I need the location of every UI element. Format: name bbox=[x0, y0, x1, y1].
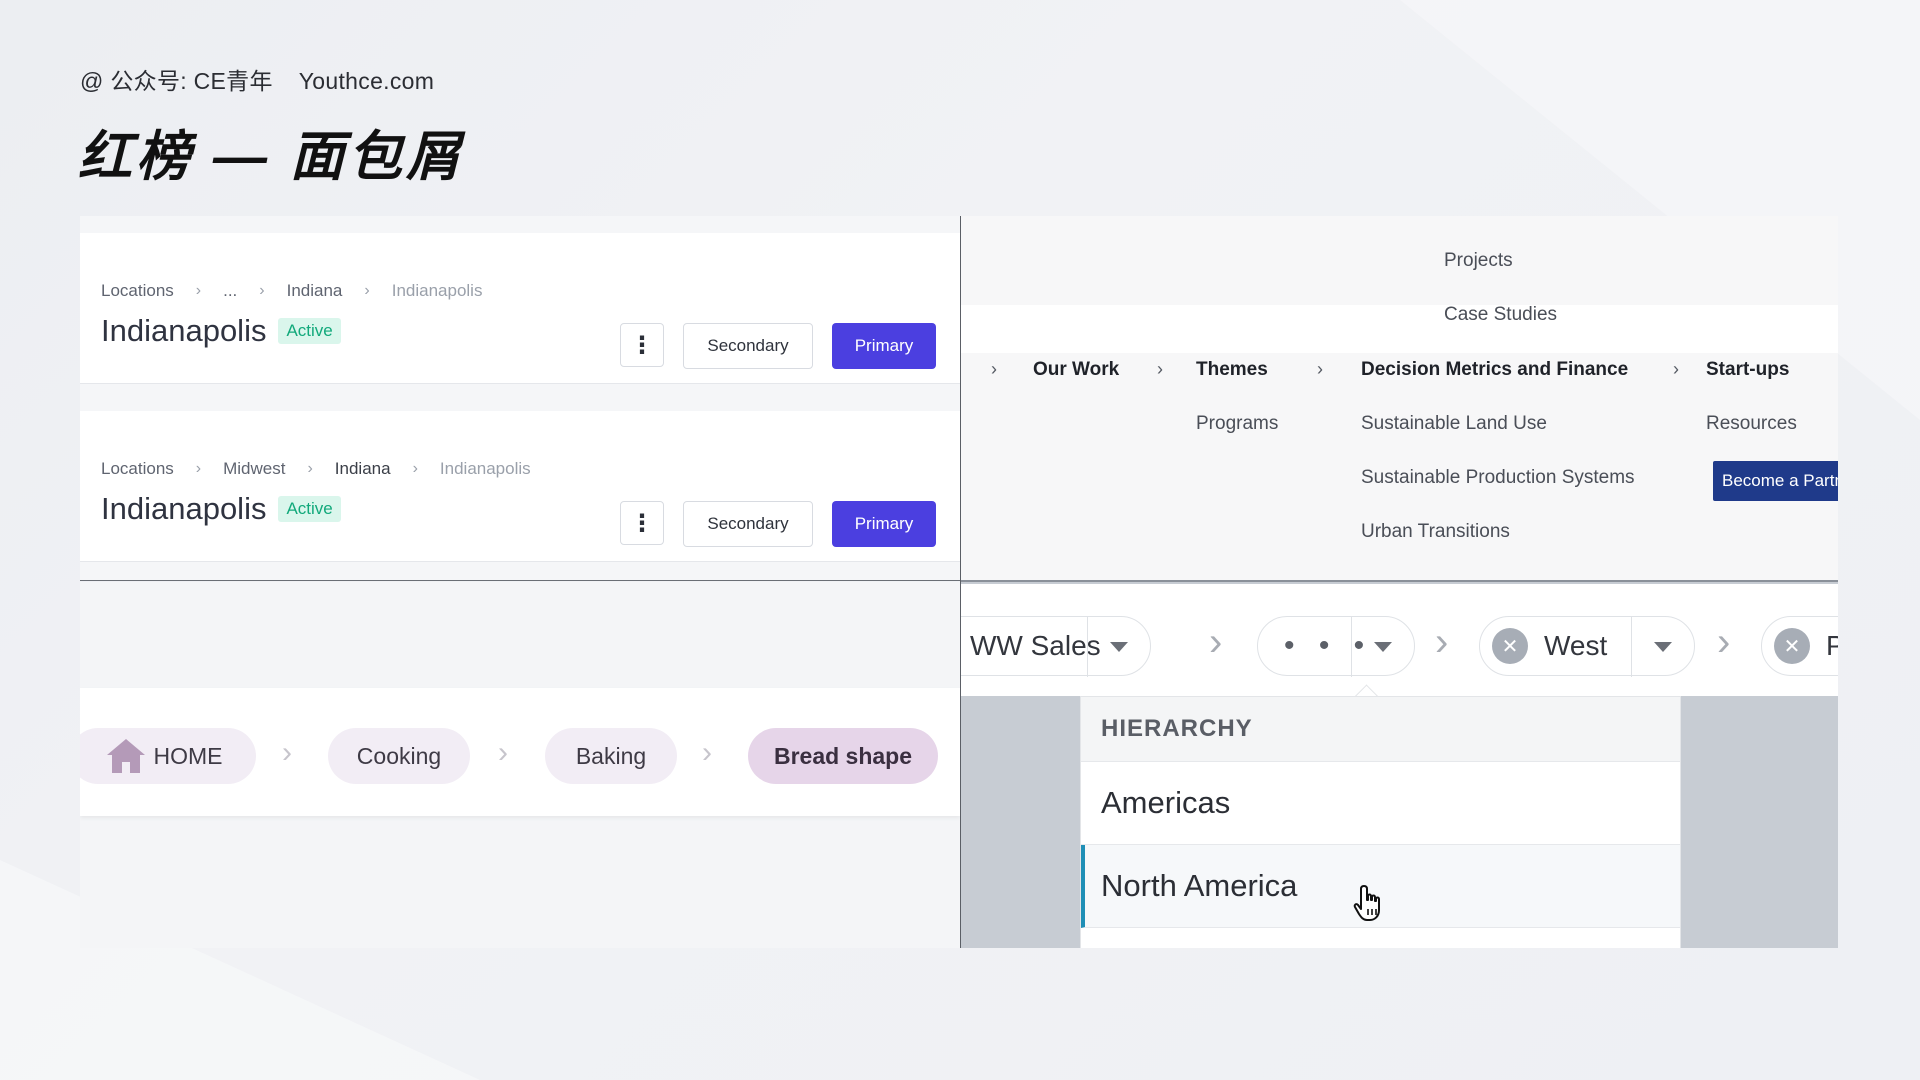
breadcrumb-ellipsis[interactable]: ... bbox=[223, 281, 237, 301]
card-heading: Indianapolis Active bbox=[101, 491, 341, 527]
panel-divider-horizontal bbox=[961, 580, 1838, 582]
more-options-icon[interactable]: ⋮ bbox=[620, 323, 664, 367]
close-icon[interactable]: ✕ bbox=[1774, 628, 1810, 664]
become-partner-button[interactable]: Become a Partner bbox=[1713, 461, 1838, 501]
chip-dropdown-toggle[interactable] bbox=[1087, 617, 1150, 677]
panel-divider-vertical bbox=[960, 216, 961, 948]
credit-site: Youthce.com bbox=[298, 68, 435, 94]
card-heading: Indianapolis Active bbox=[101, 313, 341, 349]
pill-label: HOME bbox=[153, 742, 223, 769]
page-header-card: Locations › Midwest › Indiana › Indianap… bbox=[80, 411, 960, 562]
breadcrumb-pill-home[interactable]: HOME bbox=[80, 728, 256, 784]
menu-item[interactable]: Sustainable Land Use bbox=[1361, 413, 1547, 435]
primary-button[interactable]: Primary bbox=[832, 501, 936, 547]
breadcrumb-chip[interactable]: ✕ P bbox=[1761, 616, 1838, 676]
panel-pill-breadcrumb: HOME › Cooking › Baking › Bread shape bbox=[80, 582, 960, 948]
chevron-right-icon: › bbox=[1317, 359, 1323, 379]
breadcrumb-pill[interactable]: Cooking bbox=[328, 728, 470, 784]
menu-path-row bbox=[961, 305, 1838, 353]
chevron-right-icon: › bbox=[1209, 620, 1223, 664]
panel-chip-breadcrumb: WW Sales › • • • › ✕ West › ✕ P HIERARCH… bbox=[961, 582, 1838, 948]
chevron-right-icon: › bbox=[1435, 620, 1449, 664]
breadcrumb-current: Indianapolis bbox=[391, 281, 483, 300]
breadcrumb-item[interactable]: Midwest bbox=[223, 459, 285, 479]
primary-button[interactable]: Primary bbox=[832, 323, 936, 369]
chevron-right-icon: › bbox=[195, 460, 202, 477]
breadcrumb-item[interactable]: Indiana bbox=[335, 459, 391, 479]
chip-label: West bbox=[1544, 630, 1608, 661]
menu-item[interactable]: Programs bbox=[1196, 413, 1278, 435]
chip-breadcrumb: WW Sales › • • • › ✕ West › ✕ P bbox=[961, 584, 1838, 696]
menu-item[interactable]: Sustainable Production Systems bbox=[1361, 467, 1635, 489]
page-title: 红榜 — 面包屑 bbox=[78, 127, 465, 187]
menu-path-item[interactable]: Decision Metrics and Finance bbox=[1361, 359, 1628, 381]
breadcrumb-chip-collapsed[interactable]: • • • bbox=[1257, 616, 1415, 677]
option-label: Americas bbox=[1101, 785, 1231, 820]
chevron-right-icon: › bbox=[307, 460, 313, 477]
secondary-button[interactable]: Secondary bbox=[683, 501, 813, 547]
dropdown-option-selected[interactable]: North America bbox=[1081, 845, 1680, 928]
caret-down-icon bbox=[1110, 642, 1128, 652]
hand-pointer-icon bbox=[1353, 885, 1380, 921]
credit-line: @ 公众号: CE青年 Youthce.com bbox=[80, 62, 434, 96]
panel-divider-horizontal bbox=[80, 580, 960, 581]
secondary-button[interactable]: Secondary bbox=[683, 323, 813, 369]
breadcrumb: Locations › ... › Indiana › Indianapolis bbox=[101, 281, 482, 301]
chevron-right-icon: › bbox=[498, 736, 508, 769]
status-badge: Active bbox=[278, 318, 341, 344]
card-title: Indianapolis bbox=[101, 313, 267, 348]
more-options-icon[interactable]: ⋮ bbox=[620, 501, 664, 545]
menu-item[interactable]: Resources bbox=[1706, 413, 1797, 435]
chevron-right-icon: › bbox=[991, 359, 997, 379]
chip-dropdown-toggle[interactable] bbox=[1631, 617, 1694, 677]
home-icon bbox=[106, 739, 145, 773]
breadcrumb-pill[interactable]: Baking bbox=[545, 728, 677, 784]
chevron-right-icon: › bbox=[195, 282, 202, 299]
breadcrumb-chip[interactable]: WW Sales bbox=[961, 616, 1151, 677]
chevron-right-icon: › bbox=[364, 282, 370, 299]
chip-label: P bbox=[1826, 630, 1838, 661]
chevron-right-icon: › bbox=[1157, 359, 1163, 379]
breadcrumb-chip[interactable]: ✕ West bbox=[1479, 616, 1695, 677]
chevron-right-icon: › bbox=[1717, 620, 1731, 664]
caret-down-icon bbox=[1654, 642, 1672, 652]
menu-path-item[interactable]: Themes bbox=[1196, 359, 1268, 381]
close-icon[interactable]: ✕ bbox=[1492, 628, 1528, 664]
breadcrumb-item[interactable]: Locations bbox=[101, 281, 174, 301]
menu-item[interactable]: Urban Transitions bbox=[1361, 521, 1510, 543]
option-label: North America bbox=[1101, 868, 1298, 903]
breadcrumb: Locations › Midwest › Indiana › Indianap… bbox=[101, 459, 531, 479]
dropdown-option[interactable]: Americas bbox=[1081, 762, 1680, 845]
panel-mega-menu: Projects Case Studies › Our Work › Theme… bbox=[961, 216, 1838, 581]
menu-path-item[interactable]: Start-ups bbox=[1706, 359, 1789, 381]
menu-path-item[interactable]: Our Work bbox=[1033, 359, 1119, 381]
chevron-right-icon: › bbox=[1673, 359, 1679, 379]
menu-item[interactable]: Projects bbox=[1444, 250, 1513, 272]
breadcrumb-item[interactable]: Locations bbox=[101, 459, 174, 479]
dropdown-header: HIERARCHY bbox=[1081, 697, 1680, 762]
card-title: Indianapolis bbox=[101, 491, 267, 526]
credit-prefix: @ 公众号: CE青年 bbox=[80, 68, 273, 94]
chevron-right-icon: › bbox=[282, 736, 292, 769]
pill-breadcrumb: HOME › Cooking › Baking › Bread shape bbox=[80, 688, 960, 816]
page-header-card: Locations › ... › Indiana › Indianapolis… bbox=[80, 233, 960, 384]
menu-item[interactable]: Case Studies bbox=[1444, 304, 1557, 326]
chip-dropdown-toggle[interactable] bbox=[1351, 617, 1414, 677]
caret-down-icon bbox=[1374, 642, 1392, 652]
breadcrumb-item[interactable]: Indiana bbox=[287, 281, 343, 301]
panel-header-breadcrumbs: Locations › ... › Indiana › Indianapolis… bbox=[80, 216, 960, 581]
breadcrumb-pill-current[interactable]: Bread shape bbox=[748, 728, 938, 784]
chevron-right-icon: › bbox=[412, 460, 418, 477]
chip-label: WW Sales bbox=[970, 630, 1101, 661]
hierarchy-dropdown: HIERARCHY Americas North America bbox=[1080, 696, 1681, 948]
breadcrumb-current: Indianapolis bbox=[439, 459, 531, 478]
status-badge: Active bbox=[278, 496, 341, 522]
chevron-right-icon: › bbox=[702, 736, 712, 769]
chevron-right-icon: › bbox=[259, 282, 265, 299]
